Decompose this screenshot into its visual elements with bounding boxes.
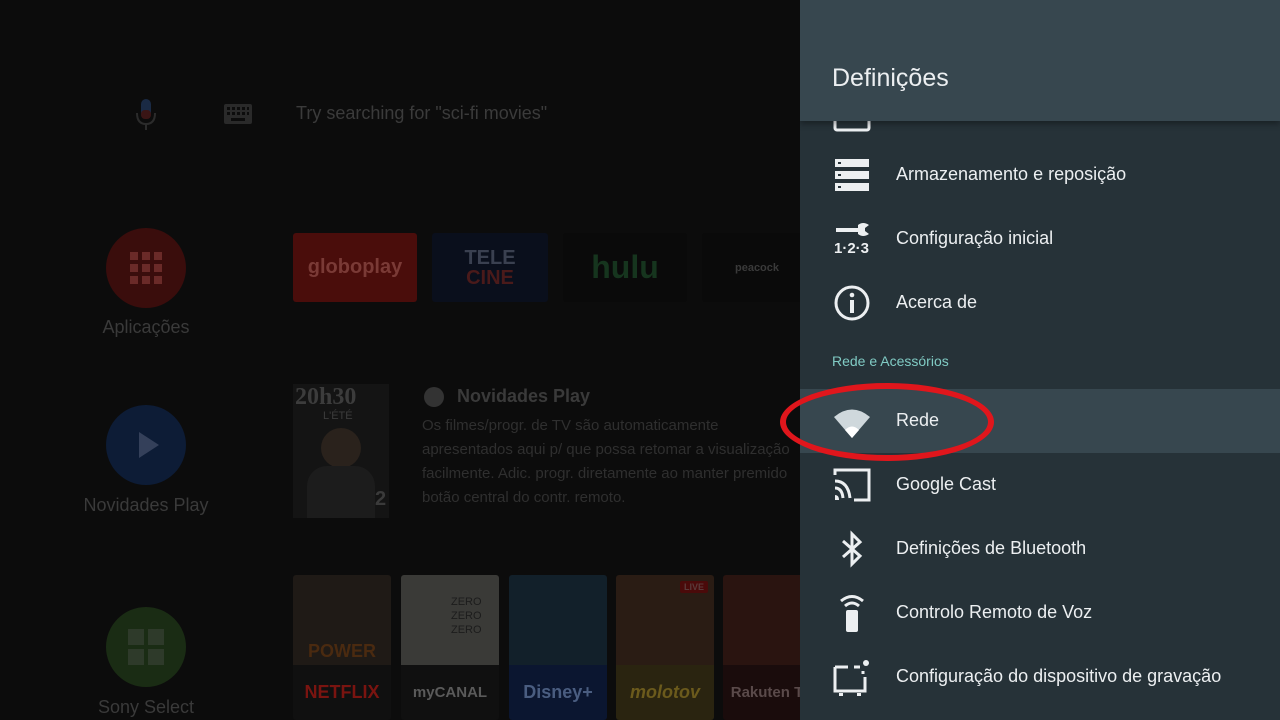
sony-select-label: Sony Select — [97, 697, 195, 717]
app-tile-peacock[interactable]: peacock — [702, 233, 800, 302]
settings-item-bluetooth[interactable]: Definições de Bluetooth — [800, 517, 1280, 581]
apps-label: Aplicações — [102, 317, 190, 337]
microphone-icon — [136, 99, 156, 130]
tile-art — [723, 575, 800, 665]
settings-item-recording-device[interactable]: Configuração do dispositivo de gravação — [800, 645, 1280, 709]
tile-caption: POWER — [307, 641, 376, 661]
play-icon — [139, 432, 159, 458]
content-tile[interactable]: LIVE molotov — [616, 575, 714, 720]
settings-panel: Definições Armazenamento e reposição 1·2… — [800, 0, 1280, 720]
tile-art — [509, 575, 607, 665]
play-next-label: Novidades Play — [83, 495, 209, 515]
app-tile-label: peacock — [734, 261, 780, 274]
settings-item-label: Controlo Remoto de Voz — [896, 602, 1093, 622]
app-tile-label: TELE — [464, 246, 516, 269]
app-tile-label: hulu — [591, 249, 659, 285]
settings-item-google-cast[interactable]: Google Cast — [800, 453, 1280, 517]
settings-title: Definições — [832, 64, 949, 92]
app-tile-label: globoplay — [307, 256, 403, 278]
tile-brand: Disney+ — [509, 665, 607, 720]
settings-item-about[interactable]: Acerca de — [800, 271, 1280, 335]
tile-brand: myCANAL — [401, 665, 499, 720]
content-tile[interactable]: POWER NETFLIX — [293, 575, 391, 720]
settings-item-initial-setup[interactable]: 1·2·3 Configuração inicial — [800, 207, 1280, 271]
settings-item-voice-remote[interactable]: Controlo Remoto de Voz — [800, 581, 1280, 645]
apps-grid-icon — [130, 252, 162, 284]
app-tile-label: CINE — [466, 266, 514, 289]
tile-brand: Rakuten TV — [723, 665, 800, 720]
settings-item-label: Acerca de — [896, 292, 978, 312]
tile-caption: ZERO ZERO ZERO — [451, 596, 482, 636]
tile-brand: NETFLIX — [293, 665, 391, 720]
play-next-button[interactable] — [106, 405, 186, 485]
content-tile[interactable]: Disney+ — [509, 575, 607, 720]
sony-select-button[interactable] — [106, 607, 186, 687]
initial-setup-icon: 1·2·3 — [834, 223, 869, 257]
presenter-head — [321, 428, 361, 468]
app-tile-telecine[interactable]: TELE CINE — [432, 233, 548, 302]
app-tile-hulu[interactable]: hulu — [563, 233, 687, 302]
settings-item-label: Configuração do dispositivo de gravação — [896, 666, 1222, 686]
remote-icon — [840, 595, 864, 632]
settings-item-storage[interactable]: Armazenamento e reposição — [800, 143, 1280, 207]
play-next-play-icon — [424, 387, 444, 407]
sony-select-icon — [128, 629, 164, 665]
play-next-thumbnail[interactable]: 20h30 L'ÉTÉ 2 — [293, 384, 389, 518]
home-screen-background: Try searching for "sci-fi movies" Aplica… — [0, 0, 800, 720]
play-next-title: Novidades Play — [457, 386, 591, 406]
section-header-network: Rede e Acessórios — [832, 353, 949, 369]
tile-brand: molotov — [616, 665, 714, 720]
recording-device-icon — [833, 660, 869, 696]
info-icon — [834, 285, 870, 321]
play-next-description: Os filmes/progr. de TV são automaticamen… — [422, 417, 790, 506]
search-hint[interactable]: Try searching for "sci-fi movies" — [296, 103, 547, 124]
settings-item-label: Configuração inicial — [896, 228, 1054, 248]
content-tile[interactable]: Rakuten TV — [723, 575, 800, 720]
setup-digits: 1·2·3 — [834, 240, 869, 257]
thumbnail-subtitle: L'ÉTÉ — [323, 410, 353, 422]
bluetooth-icon — [842, 530, 863, 568]
settings-item-label: Google Cast — [896, 474, 997, 494]
settings-item-label: Definições de Bluetooth — [896, 538, 1087, 558]
apps-button[interactable] — [106, 228, 186, 308]
live-badge: LIVE — [679, 581, 708, 593]
thumbnail-title: 20h30 — [295, 384, 357, 410]
content-tile[interactable]: ZERO ZERO ZERO myCANAL — [401, 575, 499, 720]
app-tile-globoplay[interactable]: globoplay — [293, 233, 417, 302]
settings-item-label: Armazenamento e reposição — [896, 164, 1127, 184]
presenter-body — [307, 466, 375, 518]
channel-number: 2 — [375, 488, 387, 510]
storage-icon — [835, 159, 869, 191]
settings-header: Definições — [800, 0, 1280, 121]
highlight-annotation — [780, 383, 994, 461]
cast-icon — [833, 468, 871, 502]
keyboard-icon — [224, 104, 252, 124]
